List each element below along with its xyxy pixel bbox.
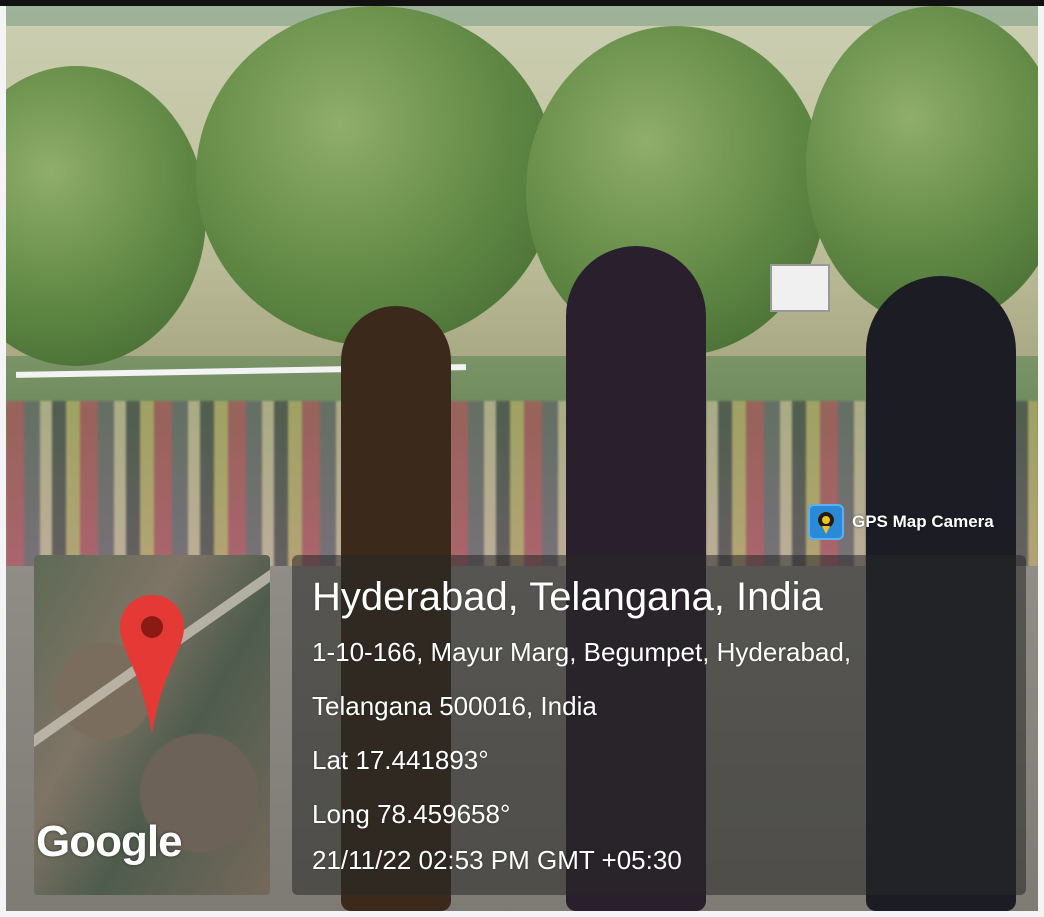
basketball-hoop (770, 264, 830, 312)
map-pin-icon (120, 595, 184, 735)
gps-map-camera-brand: GPS Map Camera (806, 500, 1002, 544)
address-line-2: Telangana 500016, India (312, 691, 597, 721)
longitude: Long 78.459658° (312, 799, 511, 829)
location-info-panel: Hyderabad, Telangana, India 1-10-166, Ma… (292, 555, 1026, 895)
datetime: 21/11/22 02:53 PM GMT +05:30 (312, 845, 682, 875)
address-line-1: 1-10-166, Mayur Marg, Begumpet, Hyderaba… (312, 637, 852, 667)
map-pin-camera-icon (808, 504, 844, 540)
map-thumbnail: Google (34, 555, 270, 895)
location-title: Hyderabad, Telangana, India (312, 575, 823, 619)
google-logo: Google (36, 817, 183, 866)
brand-label: GPS Map Camera (852, 512, 994, 531)
tree (196, 6, 556, 346)
latitude: Lat 17.441893° (312, 745, 489, 775)
